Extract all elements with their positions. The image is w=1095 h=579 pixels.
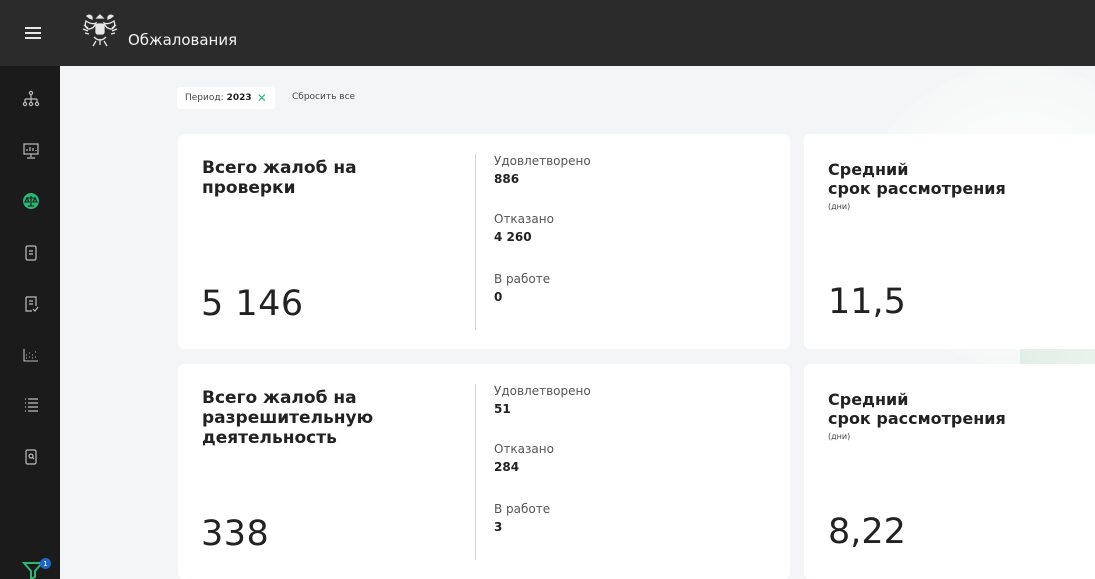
filter-count-badge: 1 bbox=[40, 558, 51, 569]
emblem-logo bbox=[82, 14, 118, 47]
period-label: Период: bbox=[185, 93, 224, 103]
sidebar-item-list[interactable] bbox=[22, 396, 40, 414]
average-term-title-line: срок рассмотрения bbox=[828, 409, 1006, 428]
sidebar-item-structure[interactable] bbox=[22, 90, 40, 108]
sidebar-item-search-docs[interactable] bbox=[22, 448, 40, 466]
monitor-chart-icon bbox=[23, 143, 39, 159]
card-title-line: Всего жалоб на bbox=[202, 388, 357, 408]
average-term-title: Средний срок рассмотрения bbox=[828, 160, 1006, 198]
sidebar-item-analytics[interactable] bbox=[22, 346, 40, 364]
main-content: Период: 2023 ✕ Сбросить все Всего жалоб … bbox=[60, 66, 1095, 579]
average-term-value: 8,22 bbox=[828, 512, 906, 552]
hamburger-icon bbox=[25, 27, 41, 39]
stat-in-progress: В работе 0 bbox=[494, 272, 550, 304]
average-term-card: Средний срок рассмотрения (дни) 8,22 bbox=[804, 364, 1095, 579]
average-term-title: Средний срок рассмотрения bbox=[828, 390, 1006, 428]
card-title-line: разрешительную bbox=[202, 408, 374, 428]
stat-label: Удовлетворено bbox=[494, 154, 591, 168]
remove-filter-icon[interactable]: ✕ bbox=[257, 92, 267, 104]
stat-value: 0 bbox=[494, 290, 503, 304]
stat-label: В работе bbox=[494, 502, 551, 516]
stat-label: Отказано bbox=[494, 442, 554, 456]
scales-icon bbox=[23, 193, 39, 209]
average-term-card: Средний срок рассмотрения (дни) 11,5 bbox=[804, 134, 1095, 349]
total-count: 338 bbox=[201, 514, 270, 554]
top-bar: Обжалования bbox=[0, 0, 1095, 66]
app-title: Обжалования bbox=[128, 31, 238, 49]
stat-value: 4 260 bbox=[494, 230, 532, 244]
dot-chart-icon bbox=[23, 349, 38, 362]
average-term-title-line: срок рассмотрения bbox=[828, 179, 1006, 198]
card-title-line: проверки bbox=[202, 178, 296, 198]
average-term-unit: (дни) bbox=[828, 432, 851, 441]
average-term-title-line: Средний bbox=[828, 160, 909, 179]
card-title-line: Всего жалоб на bbox=[202, 158, 357, 178]
document-search-icon bbox=[25, 449, 37, 465]
sidebar-item-appeals[interactable] bbox=[22, 192, 40, 210]
sidebar-item-documents[interactable] bbox=[22, 244, 40, 262]
stat-refused: Отказано 4 260 bbox=[494, 212, 554, 244]
menu-button[interactable] bbox=[0, 0, 66, 66]
stat-label: Отказано bbox=[494, 212, 554, 226]
average-term-title-line: Средний bbox=[828, 390, 909, 409]
stat-value: 886 bbox=[494, 172, 520, 186]
complaints-inspections-card: Всего жалоб на проверки 5 146 Удовлетвор… bbox=[178, 134, 790, 349]
stat-satisfied: Удовлетворено 886 bbox=[494, 154, 591, 186]
divider bbox=[475, 154, 476, 330]
total-count: 5 146 bbox=[201, 284, 304, 324]
sidebar-item-monitor[interactable] bbox=[22, 142, 40, 160]
divider bbox=[475, 384, 476, 560]
document-check-icon bbox=[25, 296, 39, 312]
average-term-unit: (дни) bbox=[828, 202, 851, 211]
sidebar-item-reports[interactable] bbox=[22, 295, 40, 313]
reset-all-button[interactable]: Сбросить все bbox=[292, 92, 355, 102]
period-filter-chip[interactable]: Период: 2023 ✕ bbox=[177, 87, 275, 109]
stat-value: 3 bbox=[494, 520, 503, 534]
stat-in-progress: В работе 3 bbox=[494, 502, 550, 534]
stat-refused: Отказано 284 bbox=[494, 442, 554, 474]
complaints-permits-card: Всего жалоб на разрешительную деятельнос… bbox=[178, 364, 790, 579]
sidebar: 1 bbox=[0, 66, 60, 579]
card-title: Всего жалоб на проверки bbox=[202, 158, 432, 198]
card-title: Всего жалоб на разрешительную деятельнос… bbox=[202, 388, 432, 448]
stat-label: Удовлетворено bbox=[494, 384, 591, 398]
stat-value: 51 bbox=[494, 402, 511, 416]
document-icon bbox=[25, 245, 37, 261]
stat-value: 284 bbox=[494, 460, 520, 474]
stat-satisfied: Удовлетворено 51 bbox=[494, 384, 591, 416]
stat-label: В работе bbox=[494, 272, 551, 286]
card-title-line: деятельность bbox=[202, 428, 337, 448]
structure-icon bbox=[22, 90, 40, 107]
period-value: 2023 bbox=[226, 93, 252, 103]
list-icon bbox=[25, 398, 38, 412]
average-term-value: 11,5 bbox=[828, 282, 906, 322]
